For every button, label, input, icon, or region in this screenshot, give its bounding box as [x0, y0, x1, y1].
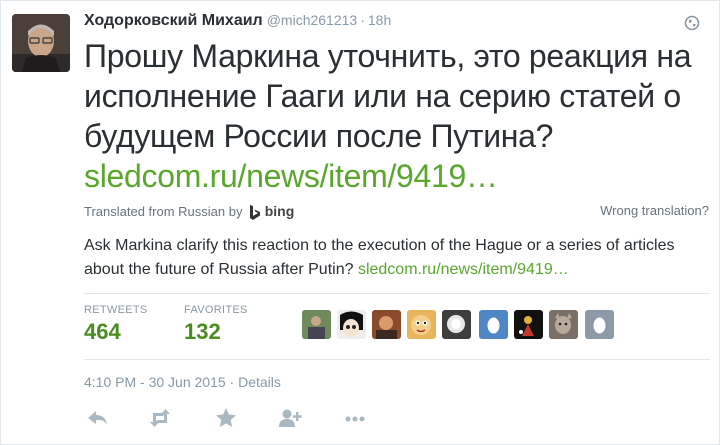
globe-icon[interactable] [684, 15, 700, 31]
retweeter-avatar-default[interactable] [585, 310, 614, 339]
reply-icon[interactable] [84, 404, 112, 432]
retweets-count: 464 [84, 319, 121, 344]
retweeter-avatar[interactable] [514, 310, 543, 339]
retweeter-avatar-default[interactable] [479, 310, 508, 339]
more-icon[interactable] [341, 404, 369, 432]
divider [84, 359, 710, 360]
translation-link[interactable]: sledcom.ru/news/item/9419… [358, 261, 569, 278]
divider [84, 293, 710, 294]
tweet-link[interactable]: sledcom.ru/news/item/9419… [84, 156, 706, 196]
retweets-label: RETWEETS [84, 304, 148, 316]
tweet-text-line: исполнение Гааги или на серию статей о [84, 78, 681, 114]
wrong-translation-link[interactable]: Wrong translation? [600, 203, 709, 218]
tweet-text-line: будущем России после Путина? [84, 118, 554, 154]
meta-separator: · [229, 374, 235, 390]
tweet-header: Ходорковский Михаил @mich261213 · 18h [84, 12, 700, 36]
author-avatar-image [12, 14, 70, 72]
retweets-stat[interactable]: RETWEETS 464 [84, 304, 148, 345]
author-name[interactable]: Ходорковский Михаил [84, 12, 263, 29]
tweet-meta: 4:10 PM - 30 Jun 2015 · Details [84, 374, 281, 390]
follow-icon[interactable] [276, 404, 304, 432]
author-avatar[interactable] [12, 14, 70, 72]
tweet-time[interactable]: 18h [368, 12, 391, 28]
tweet-text: Прошу Маркина уточнить, это реакция на и… [84, 36, 706, 196]
retweeter-avatar[interactable] [372, 310, 401, 339]
bing-label: bing [264, 203, 295, 219]
header-separator: · [360, 12, 365, 28]
retweeter-avatar[interactable] [302, 310, 331, 339]
retweet-icon[interactable] [146, 404, 174, 432]
author-username[interactable]: @mich261213 [267, 12, 358, 28]
translation-bar: Translated from Russian by bing Wrong tr… [84, 203, 709, 223]
favorites-stat[interactable]: FAVORITES 132 [184, 304, 248, 345]
retweeter-avatar[interactable] [549, 310, 578, 339]
star-icon[interactable] [212, 404, 240, 432]
translation-text: Ask Markina clarify this reaction to the… [84, 234, 709, 282]
retweeter-avatar[interactable] [337, 310, 366, 339]
tweet-timestamp[interactable]: 4:10 PM - 30 Jun 2015 [84, 374, 226, 390]
retweeter-avatar[interactable] [442, 310, 471, 339]
favorites-label: FAVORITES [184, 304, 248, 316]
translated-from-label: Translated from Russian by [84, 204, 243, 219]
retweeter-avatar[interactable] [407, 310, 436, 339]
bing-logo-icon [250, 204, 261, 220]
details-link[interactable]: Details [238, 374, 281, 390]
favorites-count: 132 [184, 319, 221, 344]
tweet-text-line: Прошу Маркина уточнить, это реакция на [84, 38, 692, 74]
